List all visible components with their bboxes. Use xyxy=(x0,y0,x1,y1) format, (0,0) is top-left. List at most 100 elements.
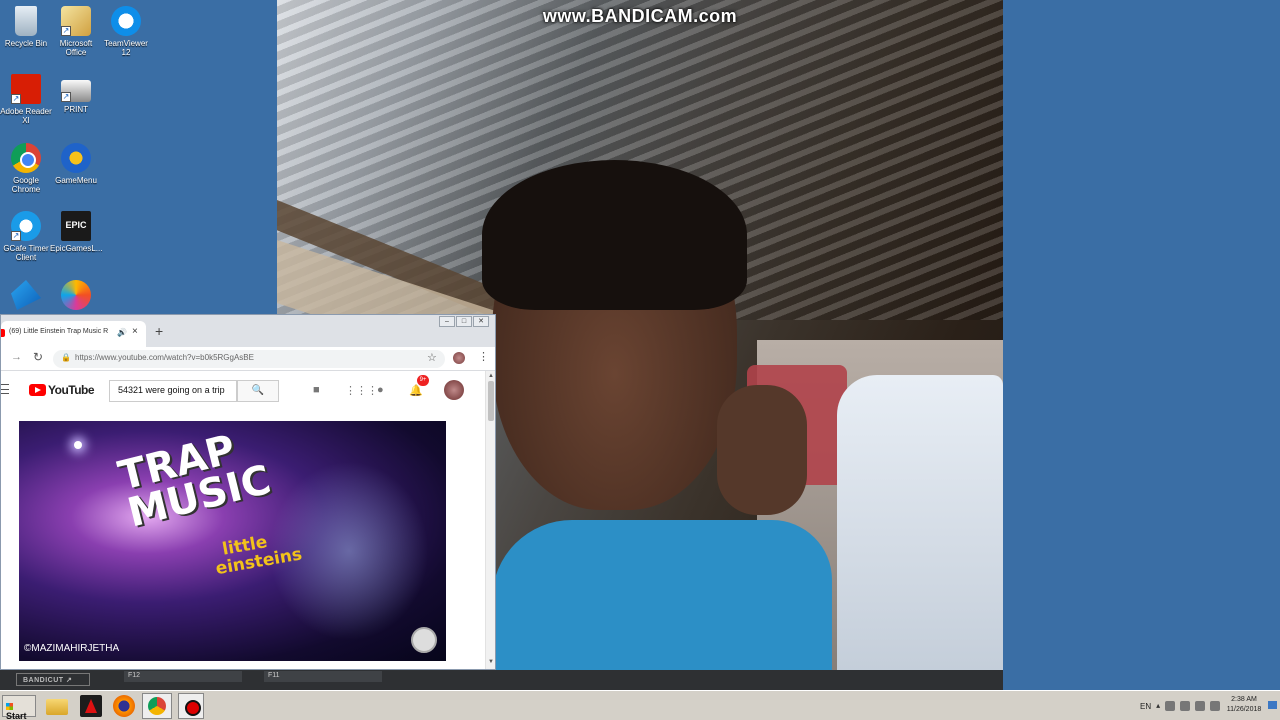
youtube-account-avatar[interactable] xyxy=(444,380,464,400)
desktop-icon-edge[interactable] xyxy=(50,280,102,313)
search-icon: 🔍 xyxy=(251,385,265,396)
taskbar-clock[interactable]: 2:38 AM 11/26/2018 xyxy=(1222,695,1266,715)
chrome-icon xyxy=(11,143,41,173)
lock-icon: 🔒 xyxy=(61,353,71,362)
hotkey-f12: F12 xyxy=(124,671,242,682)
forward-arrow-icon[interactable]: → xyxy=(11,351,22,363)
desktop-icon-gcafe-timer[interactable]: ↗ GCafe Timer Client xyxy=(0,211,52,262)
gamemenu-icon xyxy=(61,143,91,173)
desktop-icon-recycle-bin[interactable]: Recycle Bin xyxy=(0,6,52,48)
file-explorer-icon[interactable] xyxy=(46,699,68,715)
firefox-icon[interactable] xyxy=(113,695,135,717)
tray-expand-icon[interactable]: ▴ xyxy=(1156,701,1160,711)
chrome-window: (69) Little Einstein Trap Music R 🔊 × + … xyxy=(0,314,496,670)
bandicut-logo[interactable]: BANDICUT ↗ xyxy=(16,673,90,686)
chrome-menu-icon[interactable]: ⋮ xyxy=(478,350,489,363)
taskbar-chrome-icon[interactable] xyxy=(142,693,172,719)
camera-person-hair xyxy=(482,160,747,310)
start-label: Start xyxy=(6,711,27,720)
shortcut-arrow-icon: ↗ xyxy=(61,26,71,36)
shortcut-arrow-icon: ↗ xyxy=(11,94,21,104)
page-scrollbar[interactable]: ▲ ▼ xyxy=(485,371,495,669)
video-star xyxy=(74,441,82,449)
hamburger-menu-icon[interactable] xyxy=(1,384,9,394)
youtube-search-input[interactable]: 54321 were going on a trip xyxy=(109,380,237,402)
profile-avatar-icon[interactable] xyxy=(453,352,465,364)
apps-grid-icon[interactable]: ⋮⋮⋮ xyxy=(345,384,378,397)
new-tab-button[interactable]: + xyxy=(155,323,163,339)
edge-icon xyxy=(61,280,91,310)
bookmark-star-icon[interactable]: ☆ xyxy=(427,351,437,364)
desktop-icon-microsoft-office[interactable]: ↗ Microsoft Office xyxy=(50,6,102,57)
desktop-icon-label: GCafe Timer Client xyxy=(3,244,49,262)
address-url: https://www.youtube.com/watch?v=b0k5RGgA… xyxy=(75,353,254,362)
browser-tab-youtube[interactable]: (69) Little Einstein Trap Music R 🔊 × xyxy=(1,321,146,347)
notifications-bell-icon[interactable]: 🔔 xyxy=(409,384,423,397)
messages-icon[interactable]: ● xyxy=(377,384,384,396)
address-bar[interactable]: 🔒 https://www.youtube.com/watch?v=b0k5RG… xyxy=(53,350,445,368)
bandicut-bar: BANDICUT ↗ F12 F11 xyxy=(0,670,1003,690)
scroll-thumb[interactable] xyxy=(488,381,494,421)
maximize-button[interactable]: □ xyxy=(456,316,472,327)
youtube-play-icon xyxy=(29,384,46,396)
video-title-text: TRAP MUSIC xyxy=(114,424,275,536)
desktop-icon-gamemenu[interactable]: GameMenu xyxy=(50,143,102,185)
notifications-icon[interactable] xyxy=(1268,701,1277,709)
bandicam-record-icon[interactable] xyxy=(178,693,204,719)
notification-badge: 9+ xyxy=(417,375,429,386)
office-icon: ↗ xyxy=(61,6,91,36)
clock-time: 2:38 AM xyxy=(1231,696,1257,703)
scroll-up-arrow-icon[interactable]: ▲ xyxy=(488,373,494,379)
close-window-button[interactable]: ✕ xyxy=(473,316,489,327)
camera-white-shirt xyxy=(837,375,1003,690)
bandicam-watermark: www.BANDICAM.com xyxy=(542,6,738,26)
create-video-icon[interactable]: ■ xyxy=(313,384,320,396)
printer-icon: ↗ xyxy=(61,80,91,102)
desktop-icon-label: Adobe Reader XI xyxy=(0,107,52,125)
reload-icon[interactable]: ↻ xyxy=(33,350,43,364)
desktop-icon-epic-games[interactable]: EPIC EpicGamesL... xyxy=(50,211,102,253)
desktop-icon-print[interactable]: ↗ PRINT xyxy=(50,74,102,114)
windows-flag-icon xyxy=(6,703,13,710)
teamviewer-icon xyxy=(111,6,141,36)
channel-watermark-icon xyxy=(411,627,437,653)
video-credit: ©MAZIMAHIRJETHA xyxy=(24,643,120,654)
tab-strip: (69) Little Einstein Trap Music R 🔊 × + … xyxy=(1,315,495,347)
language-indicator[interactable]: EN xyxy=(1140,702,1151,711)
epic-games-icon: EPIC xyxy=(61,211,91,241)
speaker-icon[interactable]: 🔊 xyxy=(117,328,127,337)
tray-app-icon[interactable] xyxy=(1165,701,1176,711)
desktop-icon-teamviewer[interactable]: TeamViewer 12 xyxy=(100,6,152,57)
clock-date: 11/26/2018 xyxy=(1226,706,1262,713)
power-icon[interactable] xyxy=(1195,701,1206,711)
garena-icon[interactable] xyxy=(80,695,102,717)
desktop-icon-label: EpicGamesL... xyxy=(50,244,103,253)
shortcut-arrow-icon: ↗ xyxy=(11,231,21,241)
hotkey-f11: F11 xyxy=(264,671,382,682)
gcafe-icon: ↗ xyxy=(11,211,41,241)
start-button[interactable]: Start xyxy=(2,695,36,720)
desktop-icon-label: Recycle Bin xyxy=(4,39,48,48)
system-tray: EN ▴ xyxy=(1140,694,1221,718)
video-player[interactable]: TRAP MUSIC little einsteins ©MAZIMAHIRJE… xyxy=(19,421,446,661)
desktop-icon-label: Microsoft Office xyxy=(59,39,93,57)
desktop-icon-kite-app[interactable] xyxy=(0,280,52,313)
desktop-icon-label: Google Chrome xyxy=(11,176,41,194)
volume-icon[interactable] xyxy=(1210,701,1221,711)
camera-person-hand xyxy=(717,385,807,515)
desktop-icon-google-chrome[interactable]: Google Chrome xyxy=(0,143,52,194)
desktop-icon-label: TeamViewer 12 xyxy=(104,39,148,57)
youtube-logo[interactable]: YouTube xyxy=(29,383,95,397)
close-tab-icon[interactable]: × xyxy=(132,326,138,337)
scroll-down-arrow-icon[interactable]: ▼ xyxy=(488,659,494,665)
desktop-icon-label: GameMenu xyxy=(55,176,97,185)
kite-app-icon xyxy=(11,280,41,310)
youtube-search-button[interactable]: 🔍 xyxy=(237,380,279,402)
youtube-logo-text: YouTube xyxy=(48,383,95,397)
minimize-button[interactable]: – xyxy=(439,316,455,327)
network-icon[interactable] xyxy=(1180,701,1191,711)
adobe-reader-icon: ↗ xyxy=(11,74,41,104)
tab-title: (69) Little Einstein Trap Music R xyxy=(9,328,109,335)
youtube-favicon-icon xyxy=(1,329,5,337)
desktop-icon-adobe-reader[interactable]: ↗ Adobe Reader XI xyxy=(0,74,52,125)
